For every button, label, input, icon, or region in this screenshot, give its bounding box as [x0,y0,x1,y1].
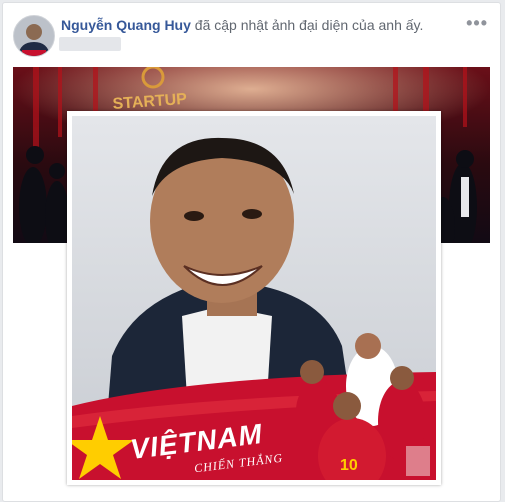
post-action-text: đã cập nhật ảnh đại diện của anh ấy. [194,17,424,33]
feed-post: Nguyễn Quang Huy đã cập nhật ảnh đại diệ… [2,2,501,502]
author-name-link[interactable]: Nguyễn Quang Huy [61,17,191,33]
post-timestamp-redacted [59,37,121,51]
jersey-number: 10 [340,457,358,474]
more-options-icon[interactable]: ••• [466,13,488,34]
profile-picture: 10 VIỆTNAM CHIẾN THẮNG [72,116,436,480]
post-header: Nguyễn Quang Huy đã cập nhật ảnh đại diệ… [61,17,423,33]
avatar-image [14,16,54,56]
author-avatar[interactable] [13,15,55,57]
profile-picture-frame[interactable]: 10 VIỆTNAM CHIẾN THẮNG [67,111,441,485]
